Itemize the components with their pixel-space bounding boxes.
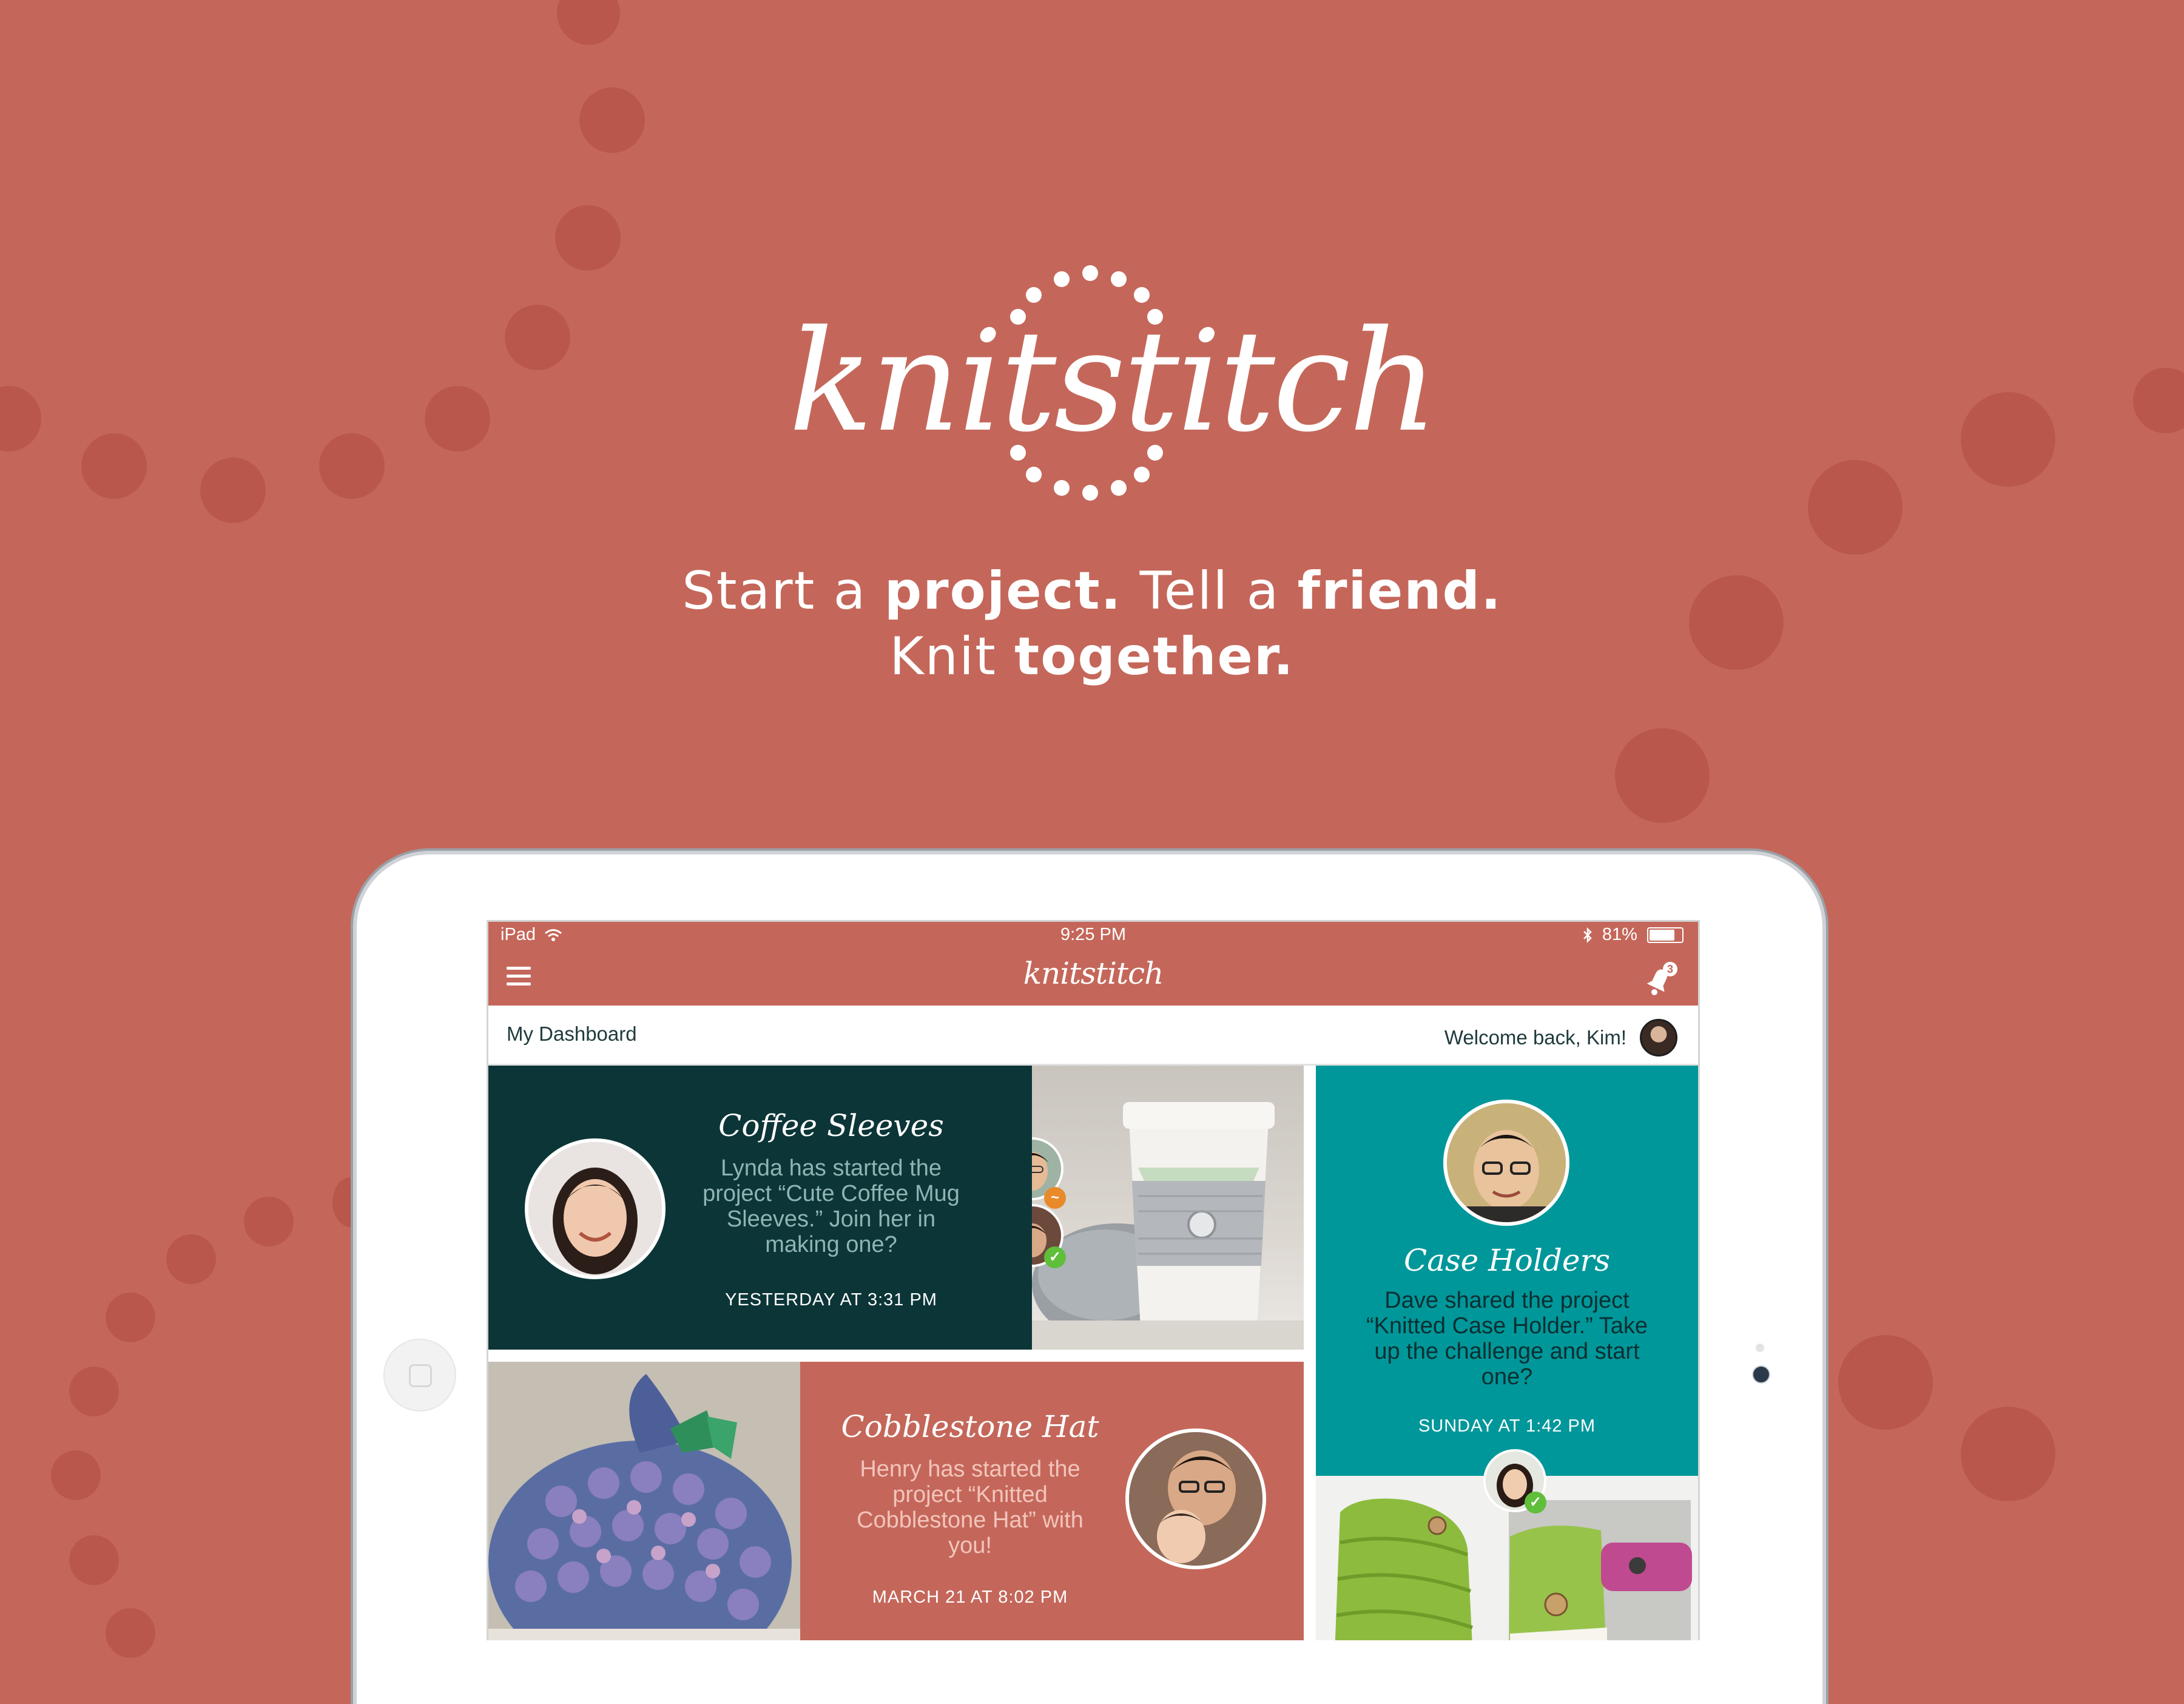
nav-logo[interactable]: knitstitch (488, 956, 1698, 991)
tagline-line-1: Start a project. Tell a friend. (682, 561, 1502, 621)
coffee-sleeve-photo: ~ ✓ (1032, 1066, 1304, 1350)
avatar-dave[interactable] (1443, 1100, 1569, 1226)
notification-badge: 3 (1663, 962, 1677, 976)
battery-percent: 81% (1602, 925, 1637, 944)
avatar-henry[interactable] (1125, 1428, 1266, 1569)
sensor-dot (1756, 1344, 1764, 1352)
in-progress-badge: ~ (1044, 1187, 1066, 1209)
app-screen: iPad 9:25 PM 81% knitstitch 3 My Dashboa… (487, 920, 1700, 1640)
page-title: My Dashboard (507, 1023, 637, 1045)
status-time: 9:25 PM (1060, 925, 1126, 944)
completed-check-icon: ✓ (1044, 1246, 1066, 1268)
status-right: 81% (1583, 922, 1684, 947)
bluetooth-icon (1583, 927, 1592, 944)
notifications-button[interactable]: 3 (1641, 962, 1677, 998)
card-case-holders[interactable]: Case Holders Dave shared the project “Kn… (1316, 1066, 1698, 1640)
home-button[interactable] (383, 1339, 456, 1412)
card-description: Lynda has started the project “Cute Coff… (703, 1155, 960, 1257)
avatar-lynda[interactable] (525, 1138, 666, 1279)
completed-check-icon: ✓ (1525, 1492, 1546, 1513)
nav-bar: knitstitch 3 (488, 947, 1698, 1006)
card-cobblestone-hat[interactable]: Cobblestone Hat Henry has started the pr… (800, 1362, 1304, 1640)
logo-wordmark: knitstitch (789, 301, 1438, 463)
card-title: Cobblestone Hat (841, 1409, 1099, 1444)
welcome-area[interactable]: Welcome back, Kim! (1444, 1019, 1677, 1057)
card-timestamp: SUNDAY AT 1:42 PM (1418, 1416, 1596, 1436)
card-timestamp: MARCH 21 AT 8:02 PM (872, 1587, 1068, 1607)
dashboard-header: My Dashboard Welcome back, Kim! (488, 1006, 1698, 1066)
camera-icon (1752, 1365, 1770, 1384)
cobblestone-hat-photo (488, 1362, 800, 1640)
hero-logo: knitstitch (789, 261, 1438, 516)
card-description: Dave shared the project “Knitted Case Ho… (1366, 1288, 1648, 1390)
status-bar: iPad 9:25 PM 81% (488, 922, 1698, 947)
tagline-line-2: Knit together. (889, 626, 1295, 687)
user-avatar[interactable] (1640, 1019, 1677, 1057)
card-timestamp: YESTERDAY AT 3:31 PM (725, 1290, 937, 1310)
card-coffee-sleeves[interactable]: Coffee Sleeves Lynda has started the pro… (488, 1066, 1032, 1350)
welcome-text: Welcome back, Kim! (1444, 1026, 1626, 1049)
battery-icon (1647, 927, 1684, 944)
tagline: Start a project. Tell a friend. Knit tog… (546, 558, 1638, 689)
card-description: Henry has started the project “Knitted C… (857, 1456, 1084, 1558)
card-title: Coffee Sleeves (718, 1108, 944, 1143)
card-title: Case Holders (1403, 1243, 1611, 1278)
